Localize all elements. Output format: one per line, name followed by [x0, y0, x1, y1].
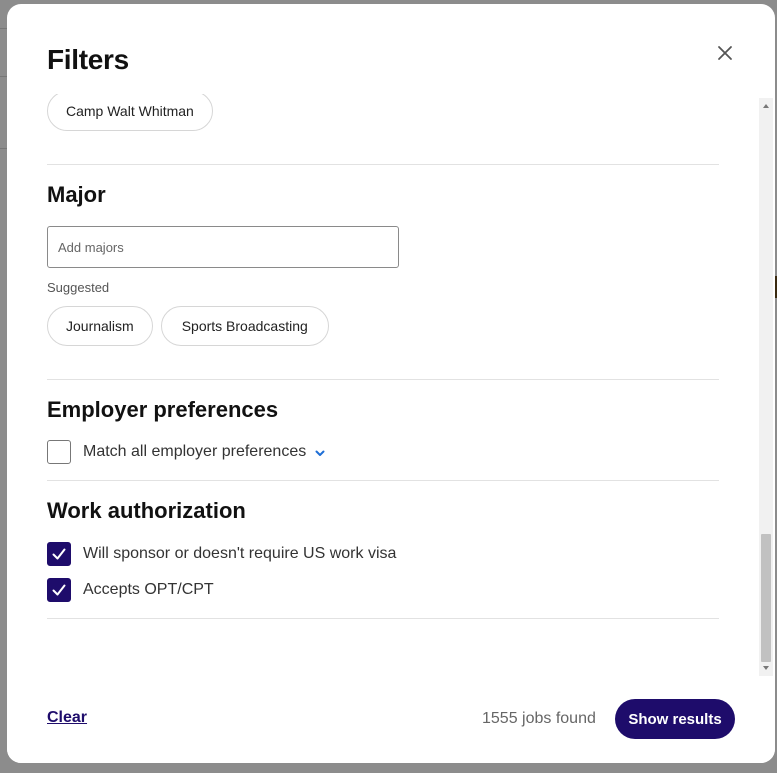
scroll-down-arrow-icon[interactable]	[762, 664, 770, 672]
clear-button[interactable]: Clear	[47, 709, 87, 727]
major-chip-sports-broadcasting[interactable]: Sports Broadcasting	[160, 306, 329, 346]
sponsor-visa-checkbox[interactable]	[47, 542, 71, 566]
jobs-found-count: 1555 jobs found	[482, 710, 596, 727]
modal-header: Filters	[7, 4, 775, 94]
match-employer-preferences-label: Match all employer preferences	[83, 443, 307, 460]
filters-scroll-area[interactable]: Camp Walt Whitman Major Suggested Journa…	[7, 94, 759, 676]
scrollbar[interactable]	[759, 98, 773, 676]
chevron-down-icon[interactable]	[314, 446, 326, 458]
work-authorization-title: Work authorization	[47, 498, 246, 523]
section-divider	[47, 618, 719, 619]
sponsor-visa-label: Will sponsor or doesn't require US work …	[83, 545, 397, 562]
close-button[interactable]	[713, 42, 737, 66]
modal-title: Filters	[47, 44, 129, 75]
section-divider	[47, 379, 719, 380]
major-section-title: Major	[47, 182, 106, 207]
checkmark-icon	[52, 584, 66, 596]
opt-cpt-checkbox[interactable]	[47, 578, 71, 602]
modal-footer: Clear 1555 jobs found Show results	[7, 676, 775, 763]
suggested-majors: Journalism Sports Broadcasting	[47, 306, 329, 346]
scroll-up-arrow-icon[interactable]	[762, 102, 770, 110]
opt-cpt-row[interactable]: Accepts OPT/CPT	[47, 578, 214, 602]
match-employer-preferences-checkbox[interactable]	[47, 440, 71, 464]
match-employer-preferences-row[interactable]: Match all employer preferences	[47, 440, 326, 464]
location-chips: Camp Walt Whitman	[47, 94, 213, 131]
add-majors-input[interactable]	[47, 226, 399, 268]
sponsor-visa-row[interactable]: Will sponsor or doesn't require US work …	[47, 542, 396, 566]
location-chip[interactable]: Camp Walt Whitman	[47, 94, 213, 131]
section-divider	[47, 480, 719, 481]
checkmark-icon	[52, 548, 66, 560]
employer-preferences-title: Employer preferences	[47, 397, 279, 422]
close-icon	[717, 45, 733, 64]
scrollbar-thumb[interactable]	[761, 534, 771, 662]
major-chip-journalism[interactable]: Journalism	[47, 306, 153, 346]
filters-modal: Filters Camp Walt Whitman Major Suggeste…	[7, 4, 775, 763]
opt-cpt-label: Accepts OPT/CPT	[83, 581, 214, 598]
suggested-label: Suggested	[47, 280, 110, 295]
show-results-button[interactable]: Show results	[615, 699, 735, 739]
section-divider	[47, 164, 719, 165]
